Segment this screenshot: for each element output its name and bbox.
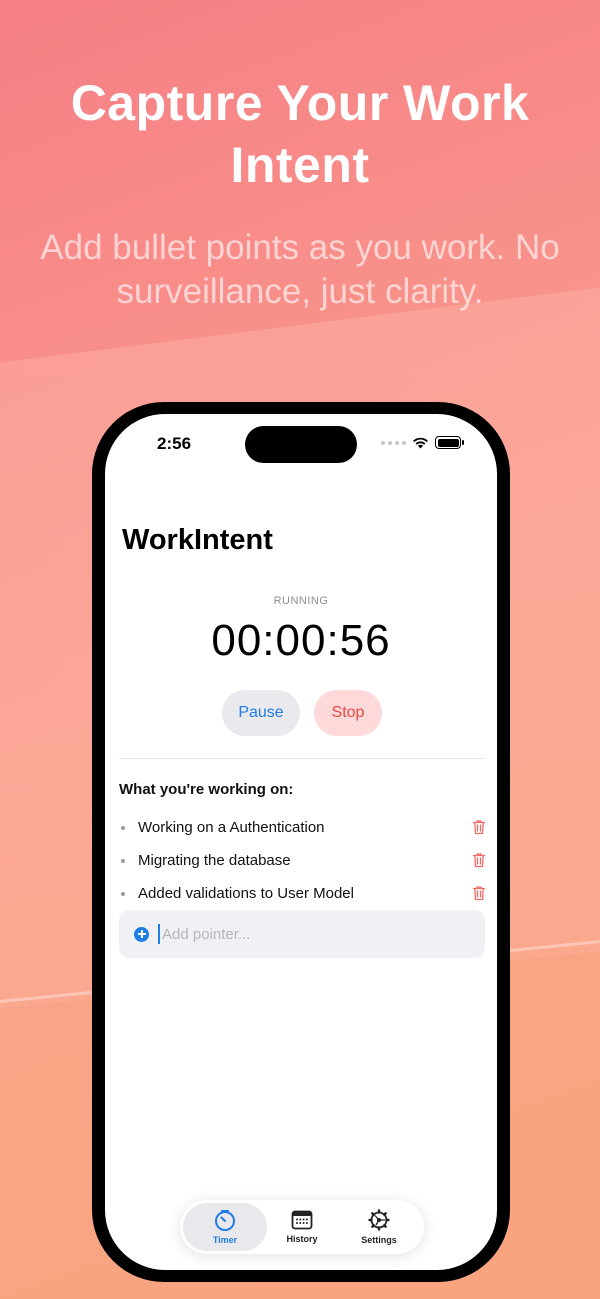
trash-icon[interactable] bbox=[472, 885, 486, 901]
pointer-text: Migrating the database bbox=[138, 852, 291, 869]
hero-subtitle: Add bullet points as you work. No survei… bbox=[40, 228, 560, 311]
timer-display: 00:00:56 bbox=[211, 616, 391, 665]
app-title: WorkIntent bbox=[122, 524, 273, 556]
add-pointer-input[interactable] bbox=[158, 924, 458, 944]
wifi-icon bbox=[413, 437, 428, 448]
phone-screen: 2:56 WorkIntent RUNNING 00:00:56 Pause S… bbox=[105, 414, 497, 1270]
list-item: Added validations to User Model bbox=[119, 877, 486, 910]
battery-icon bbox=[435, 436, 464, 449]
bullet-icon bbox=[121, 891, 125, 896]
hero-title: Capture Your Work Intent bbox=[70, 75, 530, 193]
trash-icon[interactable] bbox=[472, 852, 486, 868]
pointer-list: Working on a Authentication Migrating th… bbox=[119, 811, 486, 910]
tab-settings[interactable]: Settings bbox=[337, 1203, 421, 1251]
timer-icon bbox=[215, 1210, 235, 1231]
tab-bar: Timer History Settings bbox=[180, 1200, 424, 1254]
stop-button[interactable]: Stop bbox=[314, 690, 382, 736]
phone-frame: 2:56 WorkIntent RUNNING 00:00:56 Pause S… bbox=[92, 402, 510, 1282]
dynamic-island bbox=[245, 426, 357, 463]
add-pointer-field[interactable] bbox=[119, 910, 485, 958]
timer-state-label: RUNNING bbox=[273, 595, 329, 607]
pause-button[interactable]: Pause bbox=[222, 690, 300, 736]
divider bbox=[119, 758, 485, 759]
tab-label: Timer bbox=[212, 1235, 238, 1245]
list-item: Working on a Authentication bbox=[119, 811, 486, 844]
tab-label: History bbox=[286, 1234, 318, 1244]
trash-icon[interactable] bbox=[472, 819, 486, 835]
status-time: 2:56 bbox=[157, 434, 192, 453]
bullet-icon bbox=[121, 858, 125, 863]
tab-history[interactable]: History bbox=[260, 1203, 344, 1251]
tab-label: Settings bbox=[361, 1235, 397, 1245]
status-indicators bbox=[381, 436, 464, 449]
gear-icon bbox=[368, 1209, 390, 1231]
add-circle-icon[interactable] bbox=[134, 926, 149, 942]
tab-timer[interactable]: Timer bbox=[183, 1203, 267, 1251]
signal-icon bbox=[381, 440, 406, 445]
pointer-text: Added validations to User Model bbox=[138, 885, 354, 902]
bullet-icon bbox=[121, 825, 125, 830]
calendar-icon bbox=[291, 1210, 313, 1230]
section-title: What you're working on: bbox=[119, 781, 294, 798]
pointer-text: Working on a Authentication bbox=[138, 819, 325, 836]
list-item: Migrating the database bbox=[119, 844, 486, 877]
